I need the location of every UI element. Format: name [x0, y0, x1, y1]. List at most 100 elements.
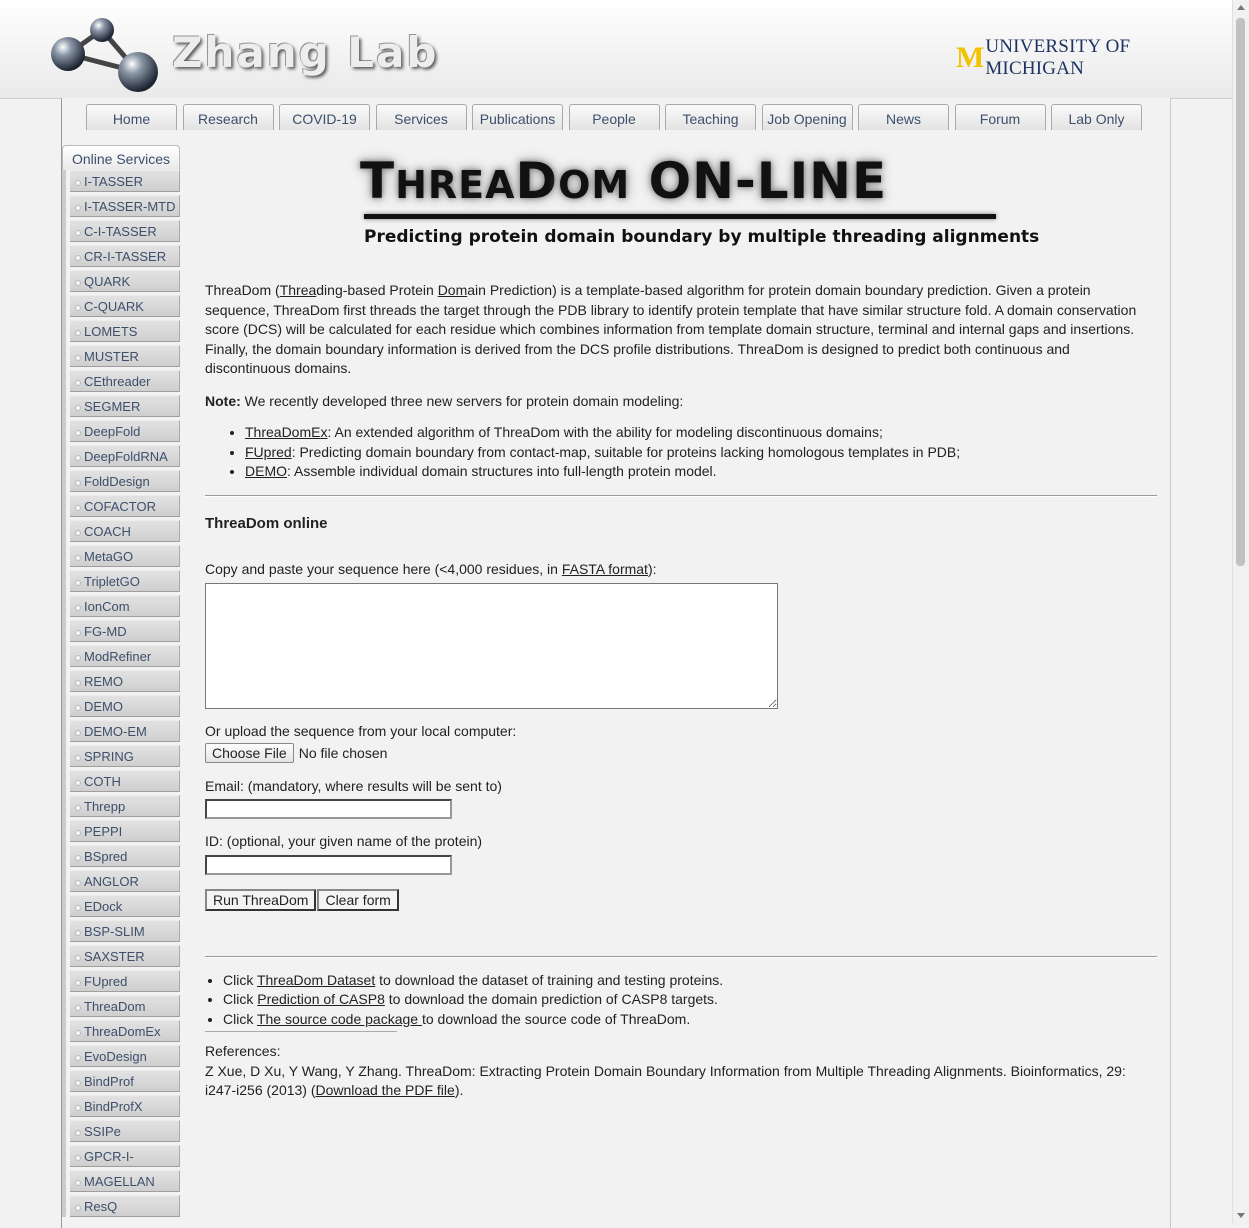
sidebar-item-tripletgo[interactable]: TripletGO: [70, 570, 180, 592]
sidebar-item-lomets[interactable]: LOMETS: [70, 320, 180, 342]
sidebar-item-i-tasser[interactable]: I-TASSER: [70, 170, 180, 192]
nav-tab-publications[interactable]: Publications: [472, 104, 563, 130]
choose-file-button[interactable]: Choose File: [205, 742, 294, 763]
sidebar-item-i-tasser-mtd[interactable]: I-TASSER-MTD: [70, 195, 180, 217]
casp8-prediction-link[interactable]: Prediction of CASP8: [257, 991, 385, 1007]
server-desc: : Predicting domain boundary from contac…: [291, 443, 961, 460]
protein-id-field[interactable]: [205, 854, 452, 875]
nav-tab-research[interactable]: Research: [182, 104, 274, 130]
sidebar-item-threadomex[interactable]: ThreaDomEx: [70, 1020, 180, 1042]
nav-tab-home[interactable]: Home: [86, 104, 177, 130]
sidebar-item-ioncom[interactable]: IonCom: [70, 595, 180, 617]
sidebar-item-resq[interactable]: ResQ: [70, 1195, 180, 1217]
sidebar-item-coach[interactable]: COACH: [70, 520, 180, 542]
threadom-dataset-link[interactable]: ThreaDom Dataset: [257, 972, 375, 988]
sequence-textarea[interactable]: [205, 583, 778, 709]
sidebar-item-bspred[interactable]: BSpred: [70, 845, 180, 867]
seq-label-text: Copy and paste your sequence here (<4,00…: [205, 560, 562, 577]
file-upload: Choose File No file chosen: [205, 742, 1157, 763]
sidebar-list: I-TASSER I-TASSER-MTD C-I-TASSER CR-I-TASSE…: [62, 170, 180, 1217]
download-pdf-link[interactable]: Download the PDF file: [316, 1082, 455, 1098]
scrollbar-thumb[interactable]: [1236, 18, 1245, 566]
form-buttons: Run ThreaDom Clear form: [205, 888, 1157, 911]
divider: [205, 955, 1157, 958]
lab-name-logo[interactable]: Zhang Lab: [172, 28, 438, 77]
sidebar-item-fg-md[interactable]: FG-MD: [70, 620, 180, 642]
email-field[interactable]: [205, 799, 452, 819]
clear-form-button[interactable]: Clear form: [317, 888, 399, 911]
sidebar-item-threpp[interactable]: Threpp: [70, 795, 180, 817]
references-label: References:: [205, 1043, 281, 1059]
sidebar-item-bindprof[interactable]: BindProf: [70, 1070, 180, 1092]
sidebar-title[interactable]: Online Services: [62, 145, 180, 170]
sidebar-item-ssipe[interactable]: SSIPe: [70, 1120, 180, 1142]
citation-close: ).: [454, 1082, 464, 1098]
source-code-link[interactable]: The source code package: [257, 1011, 422, 1027]
nav-tab-job-opening[interactable]: Job Opening: [761, 104, 853, 130]
university-logo[interactable]: M UNIVERSITY OF MICHIGAN: [956, 36, 1232, 80]
sidebar-item-spring[interactable]: SPRING: [70, 745, 180, 767]
sidebar-item-peppi[interactable]: PEPPI: [70, 820, 180, 842]
sidebar-item-muster[interactable]: MUSTER: [70, 345, 180, 367]
sidebar-item-segmer[interactable]: SEGMER: [70, 395, 180, 417]
id-label: ID: (optional, your given name of the pr…: [205, 833, 483, 849]
university-name: UNIVERSITY OF MICHIGAN: [985, 36, 1131, 79]
sidebar-item-coth[interactable]: COTH: [70, 770, 180, 792]
sidebar-item-magellan[interactable]: MAGELLAN: [70, 1170, 180, 1192]
sidebar-item-deepfoldrna[interactable]: DeepFoldRNA: [70, 445, 180, 467]
sidebar-item-cr-i-tasser[interactable]: CR-I-TASSER: [70, 245, 180, 267]
citation: Z Xue, D Xu, Y Wang, Y Zhang. ThreaDom: …: [205, 1062, 1157, 1101]
download-post: to download the source code of ThreaDom.: [421, 1010, 691, 1027]
sidebar-item-threadom[interactable]: ThreaDom: [70, 995, 180, 1017]
download-pre: Click: [223, 991, 258, 1007]
nav-tab-people[interactable]: People: [568, 104, 660, 130]
fasta-format-link[interactable]: FASTA format: [562, 561, 648, 577]
sidebar-item-demo[interactable]: DEMO: [70, 695, 180, 717]
download-post: to download the dataset of training and …: [375, 971, 724, 988]
sidebar-item-c-quark[interactable]: C-QUARK: [70, 295, 180, 317]
divider: [205, 494, 1157, 497]
scroll-up-arrow-icon[interactable]: [1237, 5, 1245, 10]
sidebar-item-cethreader[interactable]: CEthreader: [70, 370, 180, 392]
banner-title: THREADOM ON-LINE: [360, 152, 887, 210]
scroll-down-arrow-icon[interactable]: [1237, 1213, 1245, 1218]
intro-text-b: ding-based Protein: [316, 282, 438, 298]
top-nav: Home Research COVID-19 Services Publicat…: [86, 104, 1148, 130]
demo-link[interactable]: DEMO: [245, 463, 287, 479]
page-scrollbar[interactable]: [1232, 0, 1249, 1225]
sidebar-item-folddesign[interactable]: FoldDesign: [70, 470, 180, 492]
list-item: Click The source code package to downloa…: [223, 1010, 1157, 1030]
list-item: Click ThreaDom Dataset to download the d…: [223, 971, 1157, 991]
sidebar-item-c-i-tasser[interactable]: C-I-TASSER: [70, 220, 180, 242]
sidebar-item-evodesign[interactable]: EvoDesign: [70, 1045, 180, 1067]
sidebar-item-fupred[interactable]: FUpred: [70, 970, 180, 992]
seq-label-close: ):: [647, 560, 657, 577]
run-threadom-button[interactable]: Run ThreaDom: [205, 888, 317, 911]
nav-tab-services[interactable]: Services: [375, 104, 467, 130]
sidebar-item-bsp-slim[interactable]: BSP-SLIM: [70, 920, 180, 942]
sidebar-item-saxster[interactable]: SAXSTER: [70, 945, 180, 967]
fupred-link[interactable]: FUpred: [245, 444, 292, 460]
sidebar-item-modrefiner[interactable]: ModRefiner: [70, 645, 180, 667]
sidebar-item-edock[interactable]: EDock: [70, 895, 180, 917]
sidebar-item-quark[interactable]: QUARK: [70, 270, 180, 292]
sidebar-item-cofactor[interactable]: COFACTOR: [70, 495, 180, 517]
threadom-banner: THREADOM ON-LINE Predicting protein doma…: [360, 150, 1039, 260]
banner-title-d: D: [515, 152, 559, 210]
nav-tab-covid19[interactable]: COVID-19: [279, 104, 370, 130]
sidebar-item-bindprofx[interactable]: BindProfX: [70, 1095, 180, 1117]
list-item: FUpred: Predicting domain boundary from …: [245, 443, 1157, 463]
nav-tab-teaching[interactable]: Teaching: [665, 104, 756, 130]
sidebar-item-remo[interactable]: REMO: [70, 670, 180, 692]
main-content: THREADOM ON-LINE Predicting protein doma…: [205, 150, 1157, 1101]
sidebar-item-anglor[interactable]: ANGLOR: [70, 870, 180, 892]
sidebar-item-metago[interactable]: MetaGO: [70, 545, 180, 567]
sidebar-item-deepfold[interactable]: DeepFold: [70, 420, 180, 442]
sidebar-item-demo-em[interactable]: DEMO-EM: [70, 720, 180, 742]
threadomex-link[interactable]: ThreaDomEx: [245, 424, 327, 440]
nav-tab-lab-only[interactable]: Lab Only: [1051, 104, 1142, 130]
banner-subtitle: Predicting protein domain boundary by mu…: [364, 227, 1040, 247]
sidebar-item-gpcr-i-tasser[interactable]: GPCR-I-TASSER: [70, 1145, 180, 1186]
nav-tab-forum[interactable]: Forum: [954, 104, 1046, 130]
nav-tab-news[interactable]: News: [858, 104, 949, 130]
